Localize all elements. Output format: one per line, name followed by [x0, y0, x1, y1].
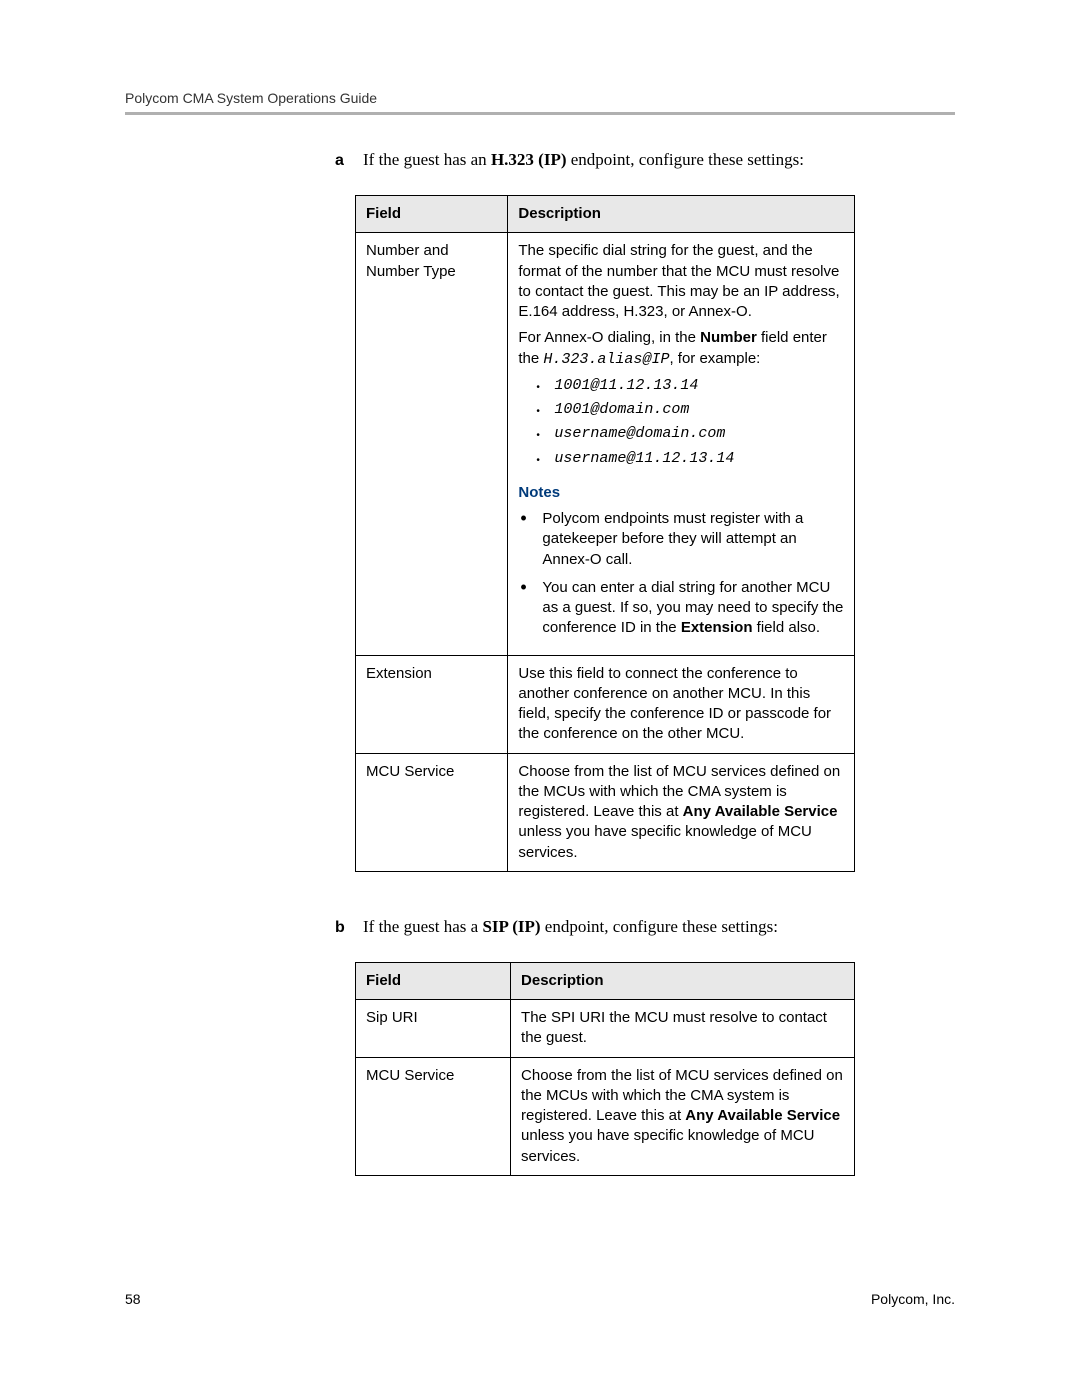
footer-company: Polycom, Inc.: [871, 1291, 955, 1307]
notes-list: Polycom endpoints must register with a g…: [518, 509, 844, 639]
step-b-after: endpoint, configure these settings:: [541, 917, 778, 936]
cell-desc: Choose from the list of MCU services def…: [511, 1057, 855, 1175]
mcu-b-bold: Any Available Service: [685, 1107, 840, 1124]
cell-field: MCU Service: [356, 1057, 511, 1175]
notes-heading: Notes: [518, 483, 844, 503]
p2-after: , for example:: [669, 350, 760, 367]
cell-desc: The specific dial string for the guest, …: [508, 233, 855, 655]
mcu-after: unless you have specific knowledge of MC…: [518, 823, 811, 860]
p2-bold: Number: [700, 329, 757, 346]
mcu-b-after: unless you have specific knowledge of MC…: [521, 1127, 814, 1164]
header-rule: [125, 112, 955, 115]
cell-field: Sip URI: [356, 1000, 511, 1058]
step-b-text: If the guest has a SIP (IP) endpoint, co…: [363, 917, 778, 937]
cell-field: MCU Service: [356, 753, 508, 871]
note-item: You can enter a dial string for another …: [518, 578, 844, 639]
example-item: 1001@domain.com: [536, 400, 844, 420]
table-a-header-field: Field: [356, 196, 508, 233]
cell-field: Extension: [356, 655, 508, 753]
step-b-label: b: [335, 919, 363, 937]
note2-bold: Extension: [681, 619, 753, 636]
mcu-bold: Any Available Service: [683, 803, 838, 820]
table-row: Extension Use this field to connect the …: [356, 655, 855, 753]
example-item: username@11.12.13.14: [536, 449, 844, 469]
cell-desc: The SPI URI the MCU must resolve to cont…: [511, 1000, 855, 1058]
running-header: Polycom CMA System Operations Guide: [125, 90, 955, 106]
table-b-header-desc: Description: [511, 962, 855, 999]
step-b: b If the guest has a SIP (IP) endpoint, …: [335, 917, 955, 937]
footer: 58 Polycom, Inc.: [125, 1291, 955, 1307]
table-b-header-field: Field: [356, 962, 511, 999]
step-b-before: If the guest has a: [363, 917, 482, 936]
cell-desc: Choose from the list of MCU services def…: [508, 753, 855, 871]
table-a-header-row: Field Description: [356, 196, 855, 233]
example-list: 1001@11.12.13.14 1001@domain.com usernam…: [518, 376, 844, 469]
step-a-text: If the guest has an H.323 (IP) endpoint,…: [363, 150, 804, 170]
step-a-after: endpoint, configure these settings:: [566, 150, 803, 169]
step-a-bold: H.323 (IP): [491, 150, 567, 169]
table-b-header-row: Field Description: [356, 962, 855, 999]
p2-mono: H.323.alias@IP: [543, 351, 669, 368]
p2-before: For Annex-O dialing, in the: [518, 329, 700, 346]
note-item: Polycom endpoints must register with a g…: [518, 509, 844, 570]
page: Polycom CMA System Operations Guide a If…: [0, 0, 1080, 1397]
cell-field: Number and Number Type: [356, 233, 508, 655]
content-area: a If the guest has an H.323 (IP) endpoin…: [335, 150, 955, 1176]
table-a: Field Description Number and Number Type…: [355, 195, 855, 872]
step-a: a If the guest has an H.323 (IP) endpoin…: [335, 150, 955, 170]
table-a-header-desc: Description: [508, 196, 855, 233]
table-row: MCU Service Choose from the list of MCU …: [356, 1057, 855, 1175]
table-row: Sip URI The SPI URI the MCU must resolve…: [356, 1000, 855, 1058]
desc-p2: For Annex-O dialing, in the Number field…: [518, 328, 844, 370]
table-row: MCU Service Choose from the list of MCU …: [356, 753, 855, 871]
note2-after: field also.: [753, 619, 821, 636]
step-a-before: If the guest has an: [363, 150, 491, 169]
page-number: 58: [125, 1291, 141, 1307]
step-a-label: a: [335, 152, 363, 170]
cell-desc: Use this field to connect the conference…: [508, 655, 855, 753]
example-item: username@domain.com: [536, 424, 844, 444]
example-item: 1001@11.12.13.14: [536, 376, 844, 396]
table-b: Field Description Sip URI The SPI URI th…: [355, 962, 855, 1176]
table-row: Number and Number Type The specific dial…: [356, 233, 855, 655]
desc-p1: The specific dial string for the guest, …: [518, 241, 844, 322]
step-b-bold: SIP (IP): [482, 917, 540, 936]
